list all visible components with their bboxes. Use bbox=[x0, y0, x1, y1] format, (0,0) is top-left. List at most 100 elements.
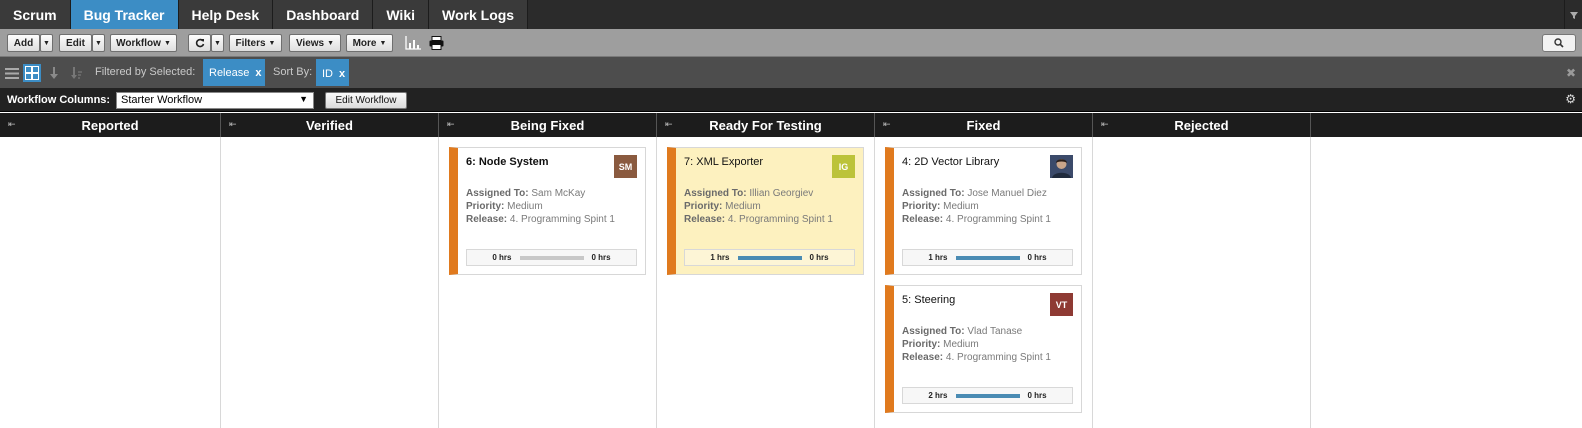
task-card[interactable]: 7: XML Exporter IG Assigned To: Illian G… bbox=[667, 147, 864, 275]
remove-filter-icon[interactable]: x bbox=[255, 67, 261, 79]
task-card[interactable]: 4: 2D Vector Library Assigned To: Jose M… bbox=[885, 147, 1082, 275]
task-card[interactable]: 5: Steering VT Assigned To: Vlad Tanase … bbox=[885, 285, 1082, 413]
card-title[interactable]: 7: XML Exporter bbox=[684, 156, 763, 168]
edit-workflow-button[interactable]: Edit Workflow bbox=[325, 92, 407, 109]
tab-dashboard[interactable]: Dashboard bbox=[273, 0, 374, 29]
workflow-menu-button[interactable]: Workflow ▼ bbox=[110, 34, 177, 52]
assigned-value: Jose Manuel Diez bbox=[967, 188, 1047, 199]
edit-button[interactable]: Edit bbox=[59, 34, 92, 52]
top-tab-bar: Scrum Bug Tracker Help Desk Dashboard Wi… bbox=[0, 0, 1582, 29]
card-title[interactable]: 5: Steering bbox=[902, 294, 955, 306]
priority-label: Priority: bbox=[466, 201, 505, 212]
more-button-label: More bbox=[352, 37, 377, 49]
edit-dropdown-button[interactable]: ▼ bbox=[92, 34, 105, 52]
toolbar: Add ▼ Edit ▼ Workflow ▼ ▼ Filters ▼ Views ▼… bbox=[0, 29, 1582, 57]
release-value: 4. Programming Spint 1 bbox=[509, 214, 615, 225]
collapse-column-icon[interactable]: ⇤ bbox=[8, 119, 16, 130]
card-fields: Assigned To: Sam McKay Priority: Medium … bbox=[466, 187, 615, 226]
column-title-verified: Verified bbox=[306, 117, 353, 133]
hours-remaining: 0 hrs bbox=[1027, 391, 1047, 400]
release-label: Release: bbox=[466, 214, 508, 225]
column-header-ready-for-testing: ⇤ Ready For Testing bbox=[657, 113, 875, 137]
refresh-button[interactable] bbox=[188, 34, 211, 52]
tab-help-desk[interactable]: Help Desk bbox=[178, 0, 274, 29]
more-button[interactable]: More ▼ bbox=[346, 34, 393, 52]
hours-progress: 1 hrs 0 hrs bbox=[684, 249, 855, 266]
column-title-reported: Reported bbox=[81, 117, 139, 133]
views-button[interactable]: Views ▼ bbox=[289, 34, 341, 52]
assigned-value: Vlad Tanase bbox=[967, 326, 1023, 337]
search-button[interactable] bbox=[1542, 34, 1576, 52]
views-button-label: Views bbox=[295, 37, 325, 49]
column-verified bbox=[221, 137, 439, 428]
remove-sort-icon[interactable]: x bbox=[339, 68, 345, 80]
avatar: SM bbox=[614, 155, 637, 178]
tab-work-logs[interactable]: Work Logs bbox=[429, 0, 529, 29]
filters-button-label: Filters bbox=[235, 37, 266, 49]
chevron-down-icon: ▼ bbox=[379, 39, 387, 47]
tab-wiki[interactable]: Wiki bbox=[373, 0, 429, 29]
add-dropdown-button[interactable]: ▼ bbox=[40, 34, 53, 52]
add-button[interactable]: Add bbox=[7, 34, 40, 52]
avatar-photo bbox=[1050, 155, 1073, 178]
column-rejected bbox=[1093, 137, 1311, 428]
column-reported bbox=[0, 137, 221, 428]
release-filter-chip[interactable]: Release x bbox=[203, 59, 265, 86]
column-title-rejected: Rejected bbox=[1174, 117, 1229, 133]
hours-progress: 2 hrs 0 hrs bbox=[902, 387, 1073, 404]
sort-order-icon[interactable] bbox=[67, 64, 85, 82]
avatar: VT bbox=[1050, 293, 1073, 316]
collapse-column-icon[interactable]: ⇤ bbox=[1101, 119, 1109, 130]
arrow-down-icon[interactable] bbox=[45, 64, 63, 82]
progress-bar bbox=[737, 255, 802, 260]
workflow-select[interactable]: Starter Workflow ▼ bbox=[116, 92, 314, 109]
filters-button[interactable]: Filters ▼ bbox=[229, 34, 282, 52]
collapse-column-icon[interactable]: ⇤ bbox=[665, 119, 673, 130]
priority-label: Priority: bbox=[684, 201, 723, 212]
card-title[interactable]: 4: 2D Vector Library bbox=[902, 156, 999, 168]
collapse-column-icon[interactable]: ⇤ bbox=[229, 119, 237, 130]
chevron-down-icon: ▼ bbox=[214, 39, 221, 47]
card-title[interactable]: 6: Node System bbox=[466, 156, 549, 168]
clear-filters-icon[interactable]: ✖ bbox=[1566, 66, 1576, 80]
column-header-fixed: ⇤ Fixed bbox=[875, 113, 1093, 137]
priority-value: Medium bbox=[943, 339, 979, 350]
column-header-being-fixed: ⇤ Being Fixed bbox=[439, 113, 657, 137]
hours-remaining: 0 hrs bbox=[809, 253, 829, 262]
workflow-select-value: Starter Workflow bbox=[121, 94, 203, 106]
priority-value: Medium bbox=[507, 201, 543, 212]
progress-bar bbox=[955, 393, 1020, 398]
tab-bug-tracker[interactable]: Bug Tracker bbox=[70, 0, 179, 29]
filter-bar: Filtered by Selected: Release x Sort By: … bbox=[0, 57, 1582, 88]
column-header-rejected: ⇤ Rejected bbox=[1093, 113, 1311, 137]
edit-button-label: Edit bbox=[66, 37, 85, 49]
hours-progress: 1 hrs 0 hrs bbox=[902, 249, 1073, 266]
chart-icon[interactable] bbox=[404, 35, 422, 51]
print-icon[interactable] bbox=[427, 35, 445, 51]
list-view-icon[interactable] bbox=[3, 64, 21, 82]
kanban-board: 6: Node System SM Assigned To: Sam McKay… bbox=[0, 137, 1582, 428]
assigned-label: Assigned To: bbox=[466, 188, 529, 199]
tab-scrum[interactable]: Scrum bbox=[0, 0, 71, 29]
task-card[interactable]: 6: Node System SM Assigned To: Sam McKay… bbox=[449, 147, 646, 275]
hours-spent: 1 hrs bbox=[710, 253, 730, 262]
column-header-verified: ⇤ Verified bbox=[221, 113, 439, 137]
chevron-down-icon: ▼ bbox=[299, 94, 308, 104]
release-label: Release: bbox=[902, 214, 944, 225]
gear-icon[interactable]: ⚙ bbox=[1565, 92, 1576, 106]
collapse-column-icon[interactable]: ⇤ bbox=[447, 119, 455, 130]
tab-overflow-icon[interactable] bbox=[1564, 0, 1582, 29]
hours-progress: 0 hrs 0 hrs bbox=[466, 249, 637, 266]
hours-remaining: 0 hrs bbox=[1027, 253, 1047, 262]
search-icon bbox=[1554, 38, 1564, 48]
chevron-down-icon: ▼ bbox=[163, 39, 171, 47]
assigned-value: Sam McKay bbox=[531, 188, 586, 199]
sort-id-label: ID bbox=[322, 67, 333, 80]
collapse-column-icon[interactable]: ⇤ bbox=[883, 119, 891, 130]
refresh-icon bbox=[195, 38, 204, 48]
board-view-icon[interactable] bbox=[23, 64, 41, 82]
progress-bar bbox=[519, 255, 584, 260]
assigned-value: Illian Georgiev bbox=[749, 188, 814, 199]
refresh-dropdown-button[interactable]: ▼ bbox=[211, 34, 224, 52]
id-sort-chip[interactable]: ID x bbox=[316, 59, 349, 86]
